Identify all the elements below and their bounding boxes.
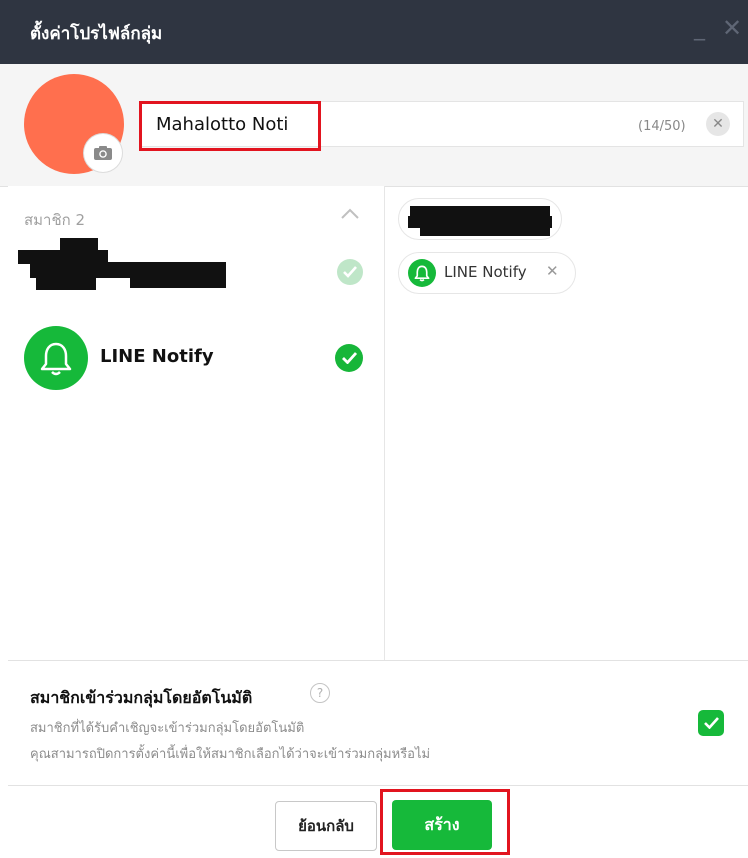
auto-join-description-1: สมาชิกที่ได้รับคำเชิญจะเข้าร่วมกลุ่มโดยอ… bbox=[30, 721, 305, 736]
change-photo-button[interactable] bbox=[84, 134, 122, 172]
members-count-label: สมาชิก 2 bbox=[24, 211, 86, 229]
clear-name-button[interactable]: ✕ bbox=[706, 112, 730, 136]
chip-line-notify-icon bbox=[408, 259, 436, 287]
name-char-count: (14/50) bbox=[638, 119, 686, 134]
bell-icon bbox=[414, 265, 430, 282]
remove-chip-button[interactable]: ✕ bbox=[546, 262, 559, 280]
chevron-up-icon[interactable] bbox=[340, 206, 360, 220]
member-check-redacted[interactable] bbox=[337, 259, 363, 285]
chip-line-notify-label: LINE Notify bbox=[444, 263, 527, 281]
member-check-line-notify[interactable] bbox=[335, 344, 363, 372]
auto-join-title: สมาชิกเข้าร่วมกลุ่มโดยอัตโนมัติ bbox=[30, 688, 253, 707]
line-notify-avatar bbox=[24, 326, 88, 390]
group-profile-window: ตั้งค่าโปรไฟล์กลุ่ม _ ✕ Mahalotto Noti (… bbox=[0, 0, 748, 858]
auto-join-description-2: คุณสามารถปิดการตั้งค่านี้เพื่อให้สมาชิกเ… bbox=[30, 747, 431, 762]
auto-join-checkbox[interactable] bbox=[698, 710, 724, 736]
check-icon bbox=[703, 717, 719, 729]
window-title: ตั้งค่าโปรไฟล์กลุ่ม bbox=[30, 24, 163, 44]
member-name-line-notify[interactable]: LINE Notify bbox=[100, 346, 214, 367]
camera-icon bbox=[94, 146, 112, 160]
bell-icon bbox=[40, 342, 72, 376]
check-icon bbox=[343, 266, 357, 278]
minimize-button[interactable]: _ bbox=[694, 18, 705, 40]
close-button[interactable]: ✕ bbox=[722, 16, 742, 40]
title-bar: ตั้งค่าโปรไฟล์กลุ่ม _ ✕ bbox=[0, 0, 748, 64]
group-name-value: Mahalotto Noti bbox=[156, 114, 289, 135]
help-icon[interactable]: ? bbox=[310, 683, 330, 703]
check-icon bbox=[341, 352, 357, 364]
back-button[interactable]: ย้อนกลับ bbox=[275, 801, 377, 851]
create-button[interactable]: สร้าง bbox=[392, 800, 492, 850]
